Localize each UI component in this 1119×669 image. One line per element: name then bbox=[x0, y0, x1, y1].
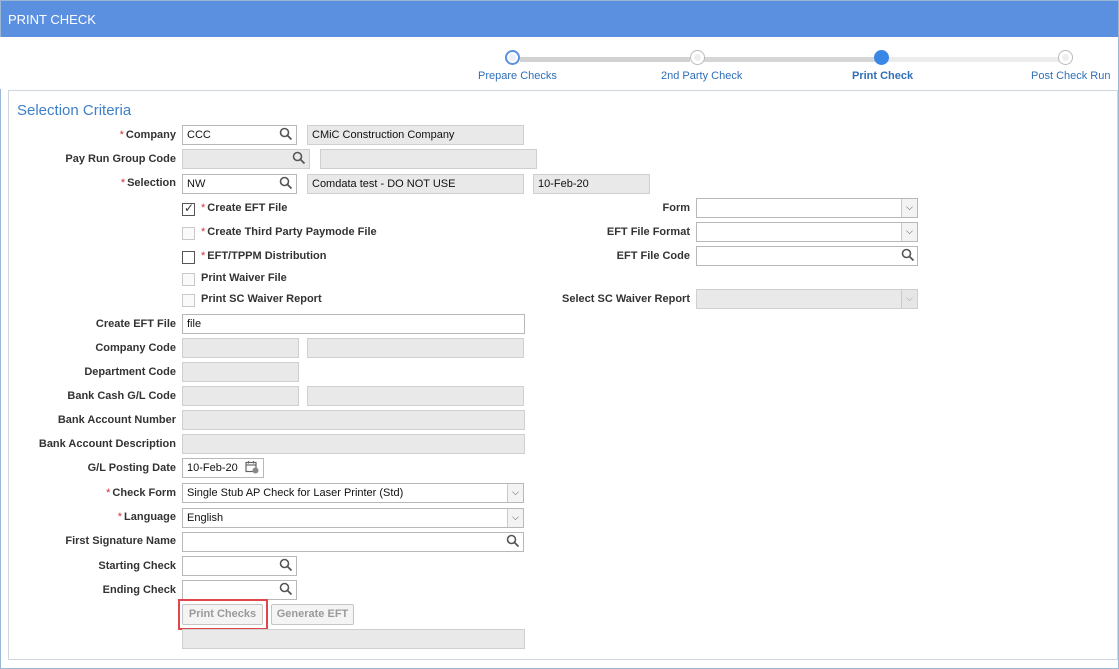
select-sc-waiver-report-label: Select SC Waiver Report bbox=[562, 293, 690, 305]
company-code-input bbox=[182, 338, 299, 358]
train-stop-post-check-run[interactable] bbox=[1058, 50, 1073, 65]
search-icon[interactable] bbox=[279, 127, 295, 143]
create-third-party-checkbox[interactable] bbox=[182, 227, 195, 240]
form-label: Form bbox=[662, 202, 691, 214]
search-icon[interactable] bbox=[279, 176, 295, 192]
first-signature-name-input[interactable] bbox=[182, 532, 524, 552]
train-label-post-check-run[interactable]: Post Check Run bbox=[1031, 70, 1110, 82]
chevron-down-icon[interactable]: ⌵ bbox=[901, 290, 917, 308]
bank-cash-gl-code-description bbox=[307, 386, 524, 406]
eft-file-format-label: EFT File Format bbox=[606, 226, 690, 238]
bank-account-number-label: Bank Account Number bbox=[57, 414, 176, 426]
bank-cash-gl-code-label: Bank Cash G/L Code bbox=[67, 390, 176, 402]
department-code-input bbox=[182, 362, 299, 382]
ending-check-label: Ending Check bbox=[102, 584, 176, 596]
chevron-down-icon[interactable]: ⌵ bbox=[507, 509, 523, 527]
train-label-2nd-party-check[interactable]: 2nd Party Check bbox=[661, 70, 742, 82]
train-label-prepare-checks[interactable]: Prepare Checks bbox=[478, 70, 557, 82]
train-stop-prepare-checks[interactable] bbox=[505, 50, 520, 65]
train-label-print-check[interactable]: Print Check bbox=[852, 70, 913, 82]
gl-posting-date-label: G/L Posting Date bbox=[87, 462, 176, 474]
company-label: * Company bbox=[119, 129, 176, 141]
selection-date: 10-Feb-20 bbox=[533, 174, 650, 194]
print-checks-highlight bbox=[178, 599, 268, 630]
eft-file-format-select[interactable] bbox=[696, 222, 918, 242]
first-signature-name-label: First Signature Name bbox=[65, 535, 176, 547]
create-eft-file-checkbox-label: * Create EFT File bbox=[201, 202, 288, 214]
selection-description: Comdata test - DO NOT USE bbox=[307, 174, 524, 194]
bank-cash-gl-code-input bbox=[182, 386, 299, 406]
search-icon[interactable] bbox=[279, 558, 295, 574]
company-code-label: Company Code bbox=[95, 342, 176, 354]
chevron-down-icon[interactable]: ⌵ bbox=[507, 484, 523, 502]
create-eft-file-checkbox[interactable] bbox=[182, 201, 195, 216]
train-connector bbox=[520, 57, 690, 62]
select-sc-waiver-report-select[interactable] bbox=[696, 289, 918, 309]
chevron-down-icon[interactable]: ⌵ bbox=[901, 223, 917, 241]
process-train bbox=[0, 37, 1118, 89]
pay-run-group-description bbox=[320, 149, 537, 169]
company-description: CMiC Construction Company bbox=[307, 125, 524, 145]
pay-run-group-code-input[interactable] bbox=[182, 149, 310, 169]
company-code-description bbox=[307, 338, 524, 358]
check-form-label: * Check Form bbox=[106, 487, 176, 499]
train-connector bbox=[888, 57, 1060, 62]
train-stop-print-check[interactable] bbox=[874, 50, 889, 65]
bank-account-number-input bbox=[182, 410, 525, 430]
eft-tppm-distribution-checkbox-label: * EFT/TPPM Distribution bbox=[201, 250, 327, 262]
generate-eft-button[interactable]: Generate EFT bbox=[271, 604, 354, 625]
selection-label: * Selection bbox=[120, 177, 176, 189]
search-icon[interactable] bbox=[279, 582, 295, 598]
department-code-label: Department Code bbox=[84, 366, 176, 378]
pay-run-group-code-label: Pay Run Group Code bbox=[65, 153, 176, 165]
print-sc-waiver-report-checkbox-label: Print SC Waiver Report bbox=[201, 293, 322, 305]
eft-tppm-distribution-checkbox[interactable] bbox=[182, 251, 195, 264]
train-stop-2nd-party-check[interactable] bbox=[690, 50, 705, 65]
starting-check-label: Starting Check bbox=[98, 560, 176, 572]
search-icon[interactable] bbox=[901, 248, 917, 264]
chevron-down-icon[interactable]: ⌵ bbox=[901, 199, 917, 217]
form-select[interactable] bbox=[696, 198, 918, 218]
language-select[interactable]: English bbox=[182, 508, 524, 528]
eft-file-code-label: EFT File Code bbox=[616, 250, 690, 262]
search-icon[interactable] bbox=[292, 151, 308, 167]
calendar-icon[interactable] bbox=[244, 460, 260, 476]
create-eft-file-input[interactable]: file bbox=[182, 314, 525, 334]
language-label: * Language bbox=[117, 511, 176, 523]
window-title: PRINT CHECK bbox=[1, 1, 1118, 37]
status-message bbox=[182, 629, 525, 649]
bank-account-description-label: Bank Account Description bbox=[38, 438, 176, 450]
section-title: Selection Criteria bbox=[17, 102, 132, 119]
eft-file-code-input[interactable] bbox=[696, 246, 918, 266]
create-third-party-checkbox-label: * Create Third Party Paymode File bbox=[201, 226, 377, 238]
create-eft-file-label: Create EFT File bbox=[95, 318, 176, 330]
search-icon[interactable] bbox=[506, 534, 522, 550]
print-waiver-file-checkbox-label: Print Waiver File bbox=[201, 272, 287, 284]
bank-account-description-input bbox=[182, 434, 525, 454]
print-sc-waiver-report-checkbox[interactable] bbox=[182, 294, 195, 307]
check-form-select[interactable]: Single Stub AP Check for Laser Printer (… bbox=[182, 483, 524, 503]
print-waiver-file-checkbox[interactable] bbox=[182, 273, 195, 286]
